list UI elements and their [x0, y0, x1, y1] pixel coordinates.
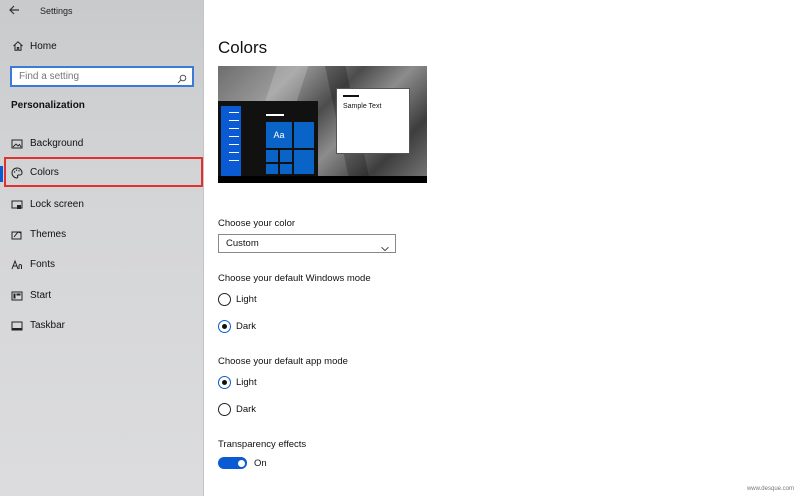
sidebar-item-start[interactable]: Start: [0, 280, 204, 310]
app-mode-dark-radio[interactable]: Dark: [218, 403, 338, 417]
radio-circle[interactable]: [218, 293, 231, 306]
radio-label: Dark: [236, 321, 257, 332]
preview-tile: [266, 150, 278, 162]
choose-color-label: Choose your color: [218, 218, 296, 229]
color-preview: Aa Sample Text: [218, 66, 427, 183]
radio-circle[interactable]: [218, 320, 231, 333]
sidebar-item-background[interactable]: Background: [0, 128, 204, 158]
dropdown-value: Custom: [226, 238, 259, 249]
sidebar-item-themes[interactable]: Themes: [0, 219, 204, 249]
preview-window: Sample Text: [336, 88, 410, 154]
back-arrow-icon[interactable]: [8, 4, 24, 18]
main-content: Colors Aa Sample Text Choose your color …: [205, 0, 800, 496]
sidebar-item-taskbar[interactable]: Taskbar: [0, 310, 204, 340]
radio-label: Dark: [236, 404, 257, 415]
sidebar: Settings Home Personalization Background…: [0, 0, 204, 496]
preview-tile: [266, 164, 278, 174]
sidebar-item-label: Themes: [30, 229, 67, 240]
chevron-down-icon: [381, 240, 389, 252]
preview-taskbar: [218, 176, 427, 183]
search-icon[interactable]: [177, 71, 187, 84]
themes-icon: [11, 228, 23, 240]
preview-sample-text: Sample Text: [343, 103, 382, 110]
sidebar-item-label: Colors: [30, 167, 59, 178]
sidebar-item-colors[interactable]: Colors: [4, 157, 203, 187]
preview-tile: [294, 150, 314, 174]
taskbar-icon: [11, 319, 23, 331]
section-heading: Personalization: [11, 100, 85, 111]
lock-screen-icon: [11, 198, 23, 210]
active-indicator: [0, 166, 3, 182]
radio-circle[interactable]: [218, 376, 231, 389]
radio-label: Light: [236, 377, 257, 388]
picture-icon: [11, 137, 23, 149]
fonts-icon: [11, 258, 23, 270]
preview-tile: [280, 150, 292, 162]
search-input[interactable]: [12, 68, 172, 85]
sidebar-item-label: Taskbar: [30, 320, 66, 331]
watermark: www.desque.com: [746, 486, 794, 492]
sidebar-item-label: Lock screen: [30, 199, 84, 210]
sidebar-item-lock-screen[interactable]: Lock screen: [0, 189, 204, 219]
sidebar-item-label: Background: [30, 138, 84, 149]
sidebar-item-label: Start: [30, 290, 52, 301]
start-icon: [11, 289, 23, 301]
palette-icon: [11, 166, 23, 179]
preview-tile: [294, 122, 314, 148]
windows-mode-light-radio[interactable]: Light: [218, 293, 338, 307]
radio-circle[interactable]: [218, 403, 231, 416]
windows-mode-label: Choose your default Windows mode: [218, 273, 371, 284]
app-title: Settings: [40, 6, 73, 16]
choose-color-dropdown[interactable]: Custom: [218, 234, 396, 253]
page-title: Colors: [218, 38, 268, 57]
preview-start-column: [221, 106, 241, 176]
sidebar-item-fonts[interactable]: Fonts: [0, 249, 204, 279]
radio-label: Light: [236, 294, 257, 305]
windows-mode-dark-radio[interactable]: Dark: [218, 320, 338, 334]
app-mode-label: Choose your default app mode: [218, 356, 348, 367]
title-bar: Settings: [0, 0, 204, 24]
transparency-toggle[interactable]: [218, 457, 247, 469]
home-link[interactable]: Home: [0, 37, 204, 57]
toggle-state-label: On: [254, 458, 267, 469]
search-box[interactable]: [10, 66, 194, 87]
sidebar-item-label: Fonts: [30, 259, 56, 270]
preview-tile: [280, 164, 292, 174]
transparency-label: Transparency effects: [218, 439, 307, 450]
home-label: Home: [30, 41, 57, 52]
preview-tile: Aa: [266, 122, 292, 148]
home-icon: [12, 39, 24, 51]
app-mode-light-radio[interactable]: Light: [218, 376, 338, 390]
